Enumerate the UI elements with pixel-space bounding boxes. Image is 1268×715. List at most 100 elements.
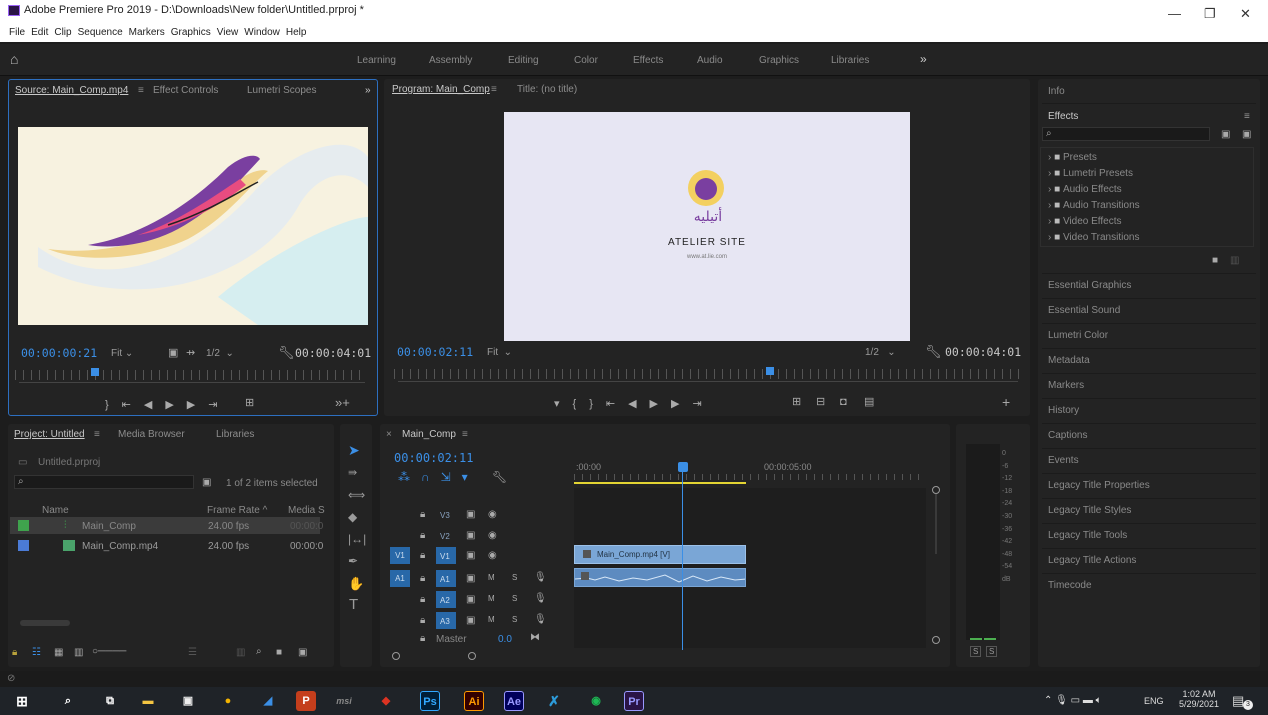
mute-button[interactable]: M — [488, 594, 495, 603]
search-icon[interactable]: ⌕ — [58, 691, 78, 711]
panel-effects[interactable]: Effects — [1048, 111, 1078, 122]
sync-lock-icon[interactable]: ▣ — [466, 509, 475, 520]
workspace-more-icon[interactable]: » — [920, 52, 927, 66]
panel-legacy-title-properties[interactable]: Legacy Title Properties — [1048, 480, 1150, 491]
language-indicator[interactable]: ENG — [1144, 696, 1164, 706]
track-select-tool-icon[interactable]: ⇛ — [348, 466, 357, 479]
effects-item-presets[interactable]: › ■ Presets — [1048, 152, 1097, 163]
new-item-icon[interactable]: ▣ — [298, 647, 307, 658]
zoom-slider[interactable]: ○──── — [92, 646, 126, 657]
program-zoom-bar[interactable] — [398, 381, 1018, 382]
solo-button[interactable]: S — [512, 594, 517, 603]
workspace-graphics[interactable]: Graphics — [759, 55, 799, 66]
minimize-icon[interactable]: — — [1168, 6, 1181, 21]
menu-clip[interactable]: Clip — [54, 27, 71, 38]
app-notification-icon[interactable]: ◉ — [586, 691, 606, 711]
column-frame-rate[interactable]: Frame Rate ^ — [207, 505, 267, 516]
type-tool-icon[interactable]: T — [349, 596, 358, 613]
timeline-ruler[interactable] — [574, 474, 920, 480]
source-patch-a1[interactable]: A1 — [390, 570, 410, 587]
chrome-icon[interactable]: ● — [218, 691, 238, 711]
timeline-scroll-handle-bottom[interactable] — [932, 636, 940, 644]
eye-icon[interactable]: ◉ — [488, 550, 497, 561]
menu-sequence[interactable]: Sequence — [78, 27, 123, 38]
32bit-effects-icon[interactable]: ▣ — [1242, 129, 1251, 140]
timeline-playhead-handle[interactable] — [678, 462, 688, 472]
panel-events[interactable]: Events — [1048, 455, 1079, 466]
mute-button[interactable]: M — [488, 573, 495, 582]
program-playhead[interactable] — [766, 367, 774, 375]
panel-metadata[interactable]: Metadata — [1048, 355, 1090, 366]
start-icon[interactable]: ⊞ — [12, 691, 32, 711]
project-scrollbar[interactable] — [20, 620, 70, 626]
menu-graphics[interactable]: Graphics — [171, 27, 211, 38]
restore-icon[interactable]: ❐ — [1204, 6, 1216, 22]
close-icon[interactable]: ✕ — [1240, 6, 1251, 22]
premiere-icon[interactable]: Pr — [624, 691, 644, 711]
hand-tool-icon[interactable]: ✋ — [348, 576, 364, 592]
program-add-button-icon[interactable]: + — [1002, 395, 1010, 409]
effects-item-audio-transitions[interactable]: › ■ Audio Transitions — [1048, 200, 1140, 211]
menu-window[interactable]: Window — [244, 27, 280, 38]
sync-lock-icon[interactable]: ▣ — [466, 550, 475, 561]
column-media-start[interactable]: Media S — [288, 505, 325, 516]
track-lock-icon[interactable]: 🔒︎ — [420, 615, 425, 626]
panel-info[interactable]: Info — [1048, 86, 1065, 97]
master-volume-value[interactable]: 0.0 — [498, 634, 512, 645]
selection-tool-icon[interactable]: ➤ — [348, 442, 360, 459]
master-lock-icon[interactable]: 🔒︎ — [420, 633, 425, 644]
timeline-zoom-handle-left[interactable] — [392, 652, 400, 660]
menu-file[interactable]: File — [9, 27, 25, 38]
file-explorer-icon[interactable]: ▬ — [138, 691, 158, 711]
timeline-timecode[interactable]: 00:00:02:11 — [394, 451, 473, 465]
camera-icon[interactable]: ◘ — [840, 397, 847, 408]
solo-button[interactable]: S — [512, 573, 517, 582]
clock[interactable]: 1:02 AM 5/29/2021 — [1176, 689, 1222, 709]
project-search-input[interactable] — [14, 475, 194, 489]
solo-button[interactable]: S — [512, 615, 517, 624]
wrench-icon[interactable]: 🔧︎ — [278, 346, 295, 359]
panel-captions[interactable]: Captions — [1048, 430, 1087, 441]
list-view-icon[interactable]: ☷ — [32, 647, 41, 658]
timeline-settings-icon[interactable]: 🔧︎ — [492, 470, 507, 484]
track-lock-icon[interactable]: 🔒︎ — [420, 594, 425, 605]
workspace-color[interactable]: Color — [574, 55, 598, 66]
store-icon[interactable]: ▣ — [178, 691, 198, 711]
workspace-editing[interactable]: Editing — [508, 55, 539, 66]
after-effects-icon[interactable]: Ae — [504, 691, 524, 711]
panel-legacy-title-tools[interactable]: Legacy Title Tools — [1048, 530, 1127, 541]
source-timecode[interactable]: 00:00:00:21 — [21, 346, 97, 360]
source-transport-controls[interactable]: }⇤◀▶▶⇥ — [105, 398, 231, 411]
sync-lock-icon[interactable]: ▣ — [466, 615, 475, 626]
razor-tool-icon[interactable]: ◆ — [348, 510, 357, 524]
sort-icons-icon[interactable]: ☰ — [188, 647, 197, 658]
track-name[interactable]: V1 — [440, 552, 450, 561]
tab-media-browser[interactable]: Media Browser — [118, 429, 185, 440]
new-search-bin-icon[interactable]: ▣ — [202, 477, 211, 488]
home-icon[interactable]: ⌂ — [10, 51, 18, 67]
microphone-icon[interactable]: 🎙︎ — [534, 614, 547, 625]
timeline-zoom-handle-right[interactable] — [468, 652, 476, 660]
add-button-icon[interactable]: »+ — [335, 396, 350, 409]
timeline-menu-icon[interactable]: ≡ — [462, 429, 468, 440]
work-area-bar[interactable] — [574, 482, 746, 484]
app-icon[interactable]: ◢ — [258, 691, 278, 711]
eye-icon[interactable]: ◉ — [488, 509, 497, 520]
source-resolution-dropdown[interactable]: 1/2 ⌄ — [206, 348, 234, 359]
new-bin-icon[interactable]: ■ — [1212, 255, 1218, 266]
extract-icon[interactable]: ⊟ — [816, 397, 825, 408]
tab-effect-controls[interactable]: Effect Controls — [153, 85, 218, 96]
tab-lumetri-scopes[interactable]: Lumetri Scopes — [247, 85, 316, 96]
track-lock-icon[interactable]: 🔒︎ — [420, 550, 425, 561]
source-fit-dropdown[interactable]: Fit ⌄ — [111, 348, 133, 359]
tab-source[interactable]: Source: Main_Comp.mp4 — [15, 85, 128, 96]
track-name[interactable]: V2 — [440, 532, 450, 541]
slip-tool-icon[interactable]: |↔| — [348, 532, 366, 546]
program-wrench-icon[interactable]: 🔧︎ — [925, 345, 942, 358]
tab-program[interactable]: Program: Main_Comp — [392, 84, 490, 95]
source-patch-v1[interactable]: V1 — [390, 547, 410, 564]
insert-icon[interactable]: ⊞ — [245, 398, 254, 409]
dragon-icon[interactable]: ◆ — [376, 691, 396, 711]
panel-legacy-title-actions[interactable]: Legacy Title Actions — [1048, 555, 1136, 566]
track-lock-icon[interactable]: 🔒︎ — [420, 573, 425, 584]
